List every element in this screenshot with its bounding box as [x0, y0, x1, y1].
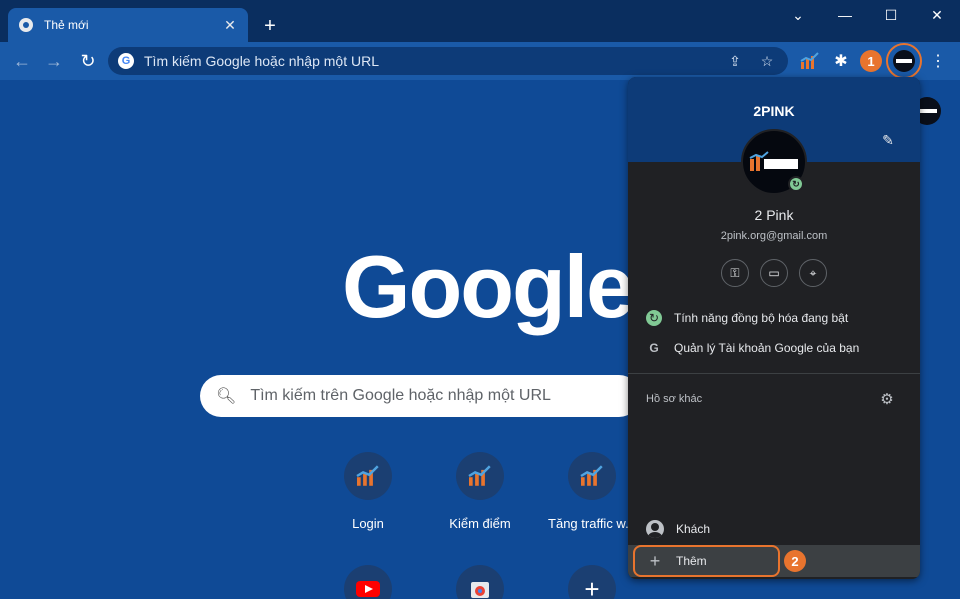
- google-logo: Google: [342, 237, 635, 336]
- menu-kebab-icon[interactable]: ⋮: [926, 49, 950, 73]
- shortcut-tile[interactable]: Login: [312, 452, 424, 531]
- address-bar[interactable]: G ⇪ ☆: [108, 47, 788, 75]
- guest-profile-item[interactable]: Khách: [628, 514, 920, 544]
- maximize-button[interactable]: ☐: [868, 0, 914, 30]
- profile-name: 2 Pink: [754, 207, 794, 223]
- chart-icon: [568, 452, 616, 500]
- 2pink-extension-icon[interactable]: [798, 49, 822, 73]
- manage-account-label: Quản lý Tài khoản Google của bạn: [674, 341, 860, 355]
- profile-email: 2pink.org@gmail.com: [720, 230, 828, 242]
- profile-menu: 2PINK ✎ ↻ 2 Pink 2pink.org@gmail.com ⚿ ▭…: [628, 77, 920, 579]
- sync-label: Tính năng đồng bộ hóa đang bật: [674, 311, 849, 325]
- chrome-web-store-icon: [456, 565, 504, 599]
- profile-header-name: 2PINK: [753, 103, 795, 119]
- avatar-highlight: [886, 43, 922, 79]
- guest-avatar-icon: [646, 520, 664, 538]
- tile-label: Login: [352, 516, 384, 531]
- guest-label: Khách: [676, 522, 711, 536]
- manage-account-item[interactable]: G Quản lý Tài khoản Google của bạn: [628, 333, 920, 363]
- step-2-badge: 2: [784, 550, 806, 572]
- tab-close-icon[interactable]: ✕: [222, 17, 238, 33]
- minimize-button[interactable]: —: [822, 0, 868, 30]
- close-window-button[interactable]: ✕: [914, 0, 960, 30]
- gear-icon[interactable]: ⚙: [878, 390, 896, 408]
- chart-icon: [456, 452, 504, 500]
- ntp-search-box[interactable]: 🔍︎: [200, 375, 640, 417]
- extensions-puzzle-icon[interactable]: ✱: [829, 49, 853, 73]
- forward-icon[interactable]: →: [40, 47, 68, 75]
- tab-search-icon[interactable]: ⌄: [775, 0, 821, 30]
- sync-on-item[interactable]: ↻ Tính năng đồng bộ hóa đang bật: [628, 303, 920, 333]
- chart-icon: [344, 452, 392, 500]
- tab-title: Thẻ mới: [44, 18, 89, 32]
- passwords-key-icon[interactable]: ⚿: [721, 259, 749, 287]
- sync-icon: ↻: [646, 310, 662, 326]
- shortcut-tile[interactable]: [424, 565, 536, 599]
- share-icon[interactable]: ⇪: [724, 50, 746, 72]
- new-tab-button[interactable]: +: [258, 14, 282, 38]
- tab-new-tab[interactable]: Thẻ mới ✕: [8, 8, 248, 42]
- tile-label: Kiểm điểm: [449, 516, 511, 531]
- google-g-icon: G: [649, 341, 659, 355]
- google-g-icon: G: [118, 53, 134, 69]
- divider: [628, 373, 920, 374]
- tile-label: Tăng traffic w...: [548, 516, 636, 531]
- bookmark-star-icon[interactable]: ☆: [756, 50, 778, 72]
- other-profiles-heading: Hồ sơ khác: [646, 393, 703, 405]
- add-highlight: [633, 545, 780, 577]
- shortcut-tile[interactable]: [312, 565, 424, 599]
- ntp-search-input[interactable]: [250, 387, 624, 405]
- add-shortcut-icon: +: [568, 565, 616, 599]
- sync-status-icon: ↻: [788, 176, 804, 192]
- reload-icon[interactable]: ↻: [74, 47, 102, 75]
- youtube-icon: [344, 565, 392, 599]
- addresses-pin-icon[interactable]: ⌖: [799, 259, 827, 287]
- edit-pencil-icon[interactable]: ✎: [878, 130, 898, 150]
- payment-card-icon[interactable]: ▭: [760, 259, 788, 287]
- step-1-badge: 1: [860, 50, 882, 72]
- chrome-icon: [18, 17, 34, 33]
- omnibox-input[interactable]: [144, 53, 714, 69]
- shortcut-tile[interactable]: Kiểm điểm: [424, 452, 536, 531]
- search-icon: 🔍︎: [216, 388, 237, 405]
- toolbar: ← → ↻ G ⇪ ☆ ✱ 1 ⋮: [0, 42, 960, 80]
- tab-strip: Thẻ mới ✕ + ⌄ — ☐ ✕: [0, 0, 960, 42]
- back-icon[interactable]: ←: [8, 47, 36, 75]
